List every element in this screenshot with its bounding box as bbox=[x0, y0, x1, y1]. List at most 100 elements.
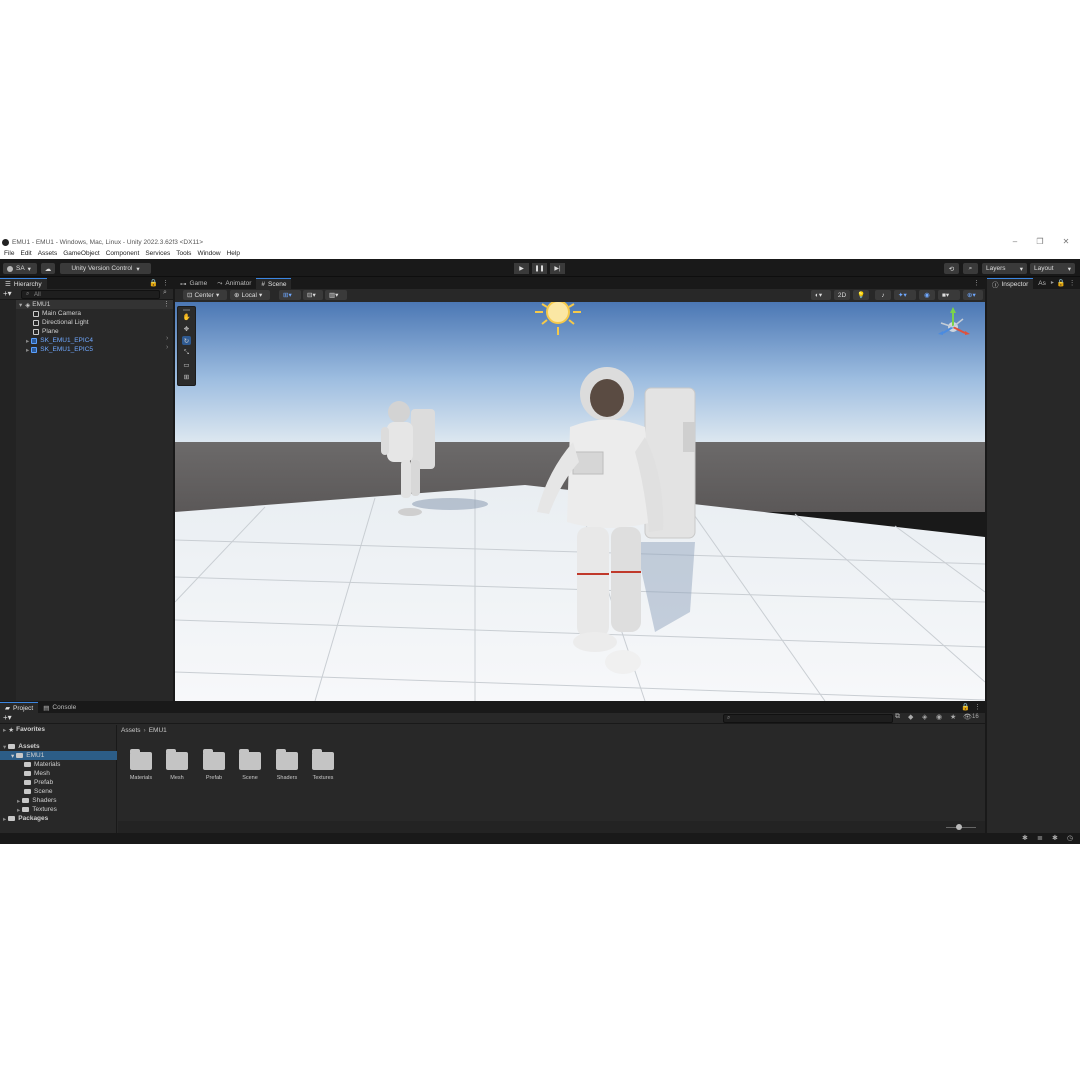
tree-scene[interactable]: Scene bbox=[24, 787, 52, 796]
search-button[interactable]: ⌕ bbox=[963, 263, 978, 274]
toggle-2d-button[interactable]: 2D bbox=[834, 290, 850, 300]
breadcrumb-emu1[interactable]: EMU1 bbox=[149, 727, 167, 734]
tab-console[interactable]: ▤ Console bbox=[38, 702, 81, 713]
bug-icon[interactable]: ✱ bbox=[1022, 834, 1028, 842]
progress-icon[interactable]: ◷ bbox=[1067, 834, 1073, 842]
play-button[interactable]: ▶ bbox=[514, 263, 529, 274]
menu-help[interactable]: Help bbox=[227, 250, 240, 257]
draw-mode-button[interactable]: ◐▾ bbox=[811, 290, 831, 300]
menu-gameobject[interactable]: GameObject bbox=[63, 250, 100, 257]
tab-asset-store[interactable]: As bbox=[1033, 278, 1051, 289]
breadcrumb-assets[interactable]: Assets bbox=[121, 727, 141, 734]
favorite-star-icon[interactable]: ★ bbox=[950, 713, 956, 721]
hierarchy-item-epic5[interactable]: ▸ SK_EMU1_EPIC5 bbox=[26, 345, 93, 354]
hierarchy-item-plane[interactable]: Plane bbox=[33, 327, 59, 336]
tab-animator[interactable]: ⤳ Animator bbox=[212, 278, 256, 289]
hierarchy-item-main-camera[interactable]: Main Camera bbox=[33, 309, 81, 318]
add-button[interactable]: +▾ bbox=[3, 289, 12, 298]
tab-scene[interactable]: # Scene bbox=[256, 278, 292, 289]
more-menu-icon[interactable]: ⋮ bbox=[973, 278, 980, 289]
transform-tool-icon[interactable]: ⊞ bbox=[182, 372, 191, 381]
tree-mesh[interactable]: Mesh bbox=[24, 769, 50, 778]
search-by-label-icon[interactable]: ◆ bbox=[908, 713, 913, 721]
grid-snap-button[interactable]: ⊞▾ bbox=[279, 290, 301, 300]
tree-textures[interactable]: ▸ Textures bbox=[17, 805, 57, 814]
lock-icon[interactable]: 🔒 bbox=[149, 278, 158, 289]
effects-dropdown[interactable]: ✦▾ bbox=[894, 290, 916, 300]
asset-materials[interactable]: Materials bbox=[124, 749, 158, 781]
tab-scroll-right-icon[interactable]: ▸ bbox=[1051, 278, 1054, 289]
gizmos-dropdown[interactable]: ⊕▾ bbox=[963, 290, 983, 300]
asset-textures[interactable]: Textures bbox=[306, 749, 340, 781]
layout-dropdown[interactable]: Layout ▾ bbox=[1030, 263, 1075, 274]
menu-tools[interactable]: Tools bbox=[176, 250, 191, 257]
zoom-slider-thumb[interactable] bbox=[956, 824, 962, 830]
cache-server-icon[interactable]: ≣ bbox=[1037, 834, 1043, 842]
hidden-packages-icon[interactable]: ◉ bbox=[936, 713, 942, 721]
menu-services[interactable]: Services bbox=[145, 250, 170, 257]
drag-handle[interactable] bbox=[183, 309, 190, 311]
hierarchy-item-directional-light[interactable]: Directional Light bbox=[33, 318, 89, 327]
chevron-right-icon[interactable]: › bbox=[166, 335, 168, 342]
tree-assets[interactable]: ▾ Assets bbox=[3, 742, 40, 751]
tab-inspector[interactable]: ⓘ Inspector bbox=[987, 278, 1034, 289]
restore-button[interactable]: ❐ bbox=[1027, 236, 1053, 248]
menu-assets[interactable]: Assets bbox=[38, 250, 58, 257]
history-button[interactable]: ⟲ bbox=[944, 263, 959, 274]
tree-prefab[interactable]: Prefab bbox=[24, 778, 53, 787]
filter-icon[interactable]: ⌕ bbox=[163, 289, 167, 297]
more-menu-icon[interactable]: ⋮ bbox=[1069, 278, 1076, 289]
tree-shaders[interactable]: ▸ Shaders bbox=[17, 796, 56, 805]
tree-favorites[interactable]: ▸ ★ Favorites bbox=[3, 725, 45, 734]
camera-dropdown[interactable]: ■▾ bbox=[938, 290, 960, 300]
create-button[interactable]: +▾ bbox=[3, 713, 12, 722]
pause-button[interactable]: ❚❚ bbox=[532, 263, 547, 274]
tree-packages[interactable]: ▸ Packages bbox=[3, 814, 48, 823]
menu-window[interactable]: Window bbox=[197, 250, 220, 257]
audio-toggle[interactable]: ♪ bbox=[875, 290, 891, 300]
step-button[interactable]: ▶| bbox=[550, 263, 565, 274]
scene-more-icon[interactable]: ⋮ bbox=[163, 300, 170, 308]
scale-tool-icon[interactable]: ⤡ bbox=[182, 348, 191, 357]
lock-icon[interactable]: 🔒 bbox=[1057, 278, 1066, 289]
asset-scene[interactable]: Scene bbox=[233, 749, 267, 781]
tab-game[interactable]: ⊶ Game bbox=[175, 278, 212, 289]
asset-prefab[interactable]: Prefab bbox=[197, 749, 231, 781]
space-dropdown[interactable]: ⊕ Local ▾ bbox=[230, 290, 270, 300]
network-icon[interactable]: ✱ bbox=[1052, 834, 1058, 842]
tree-emu1[interactable]: ▾ EMU1 bbox=[11, 751, 44, 760]
rotate-tool-icon[interactable]: ↻ bbox=[182, 336, 191, 345]
menu-component[interactable]: Component bbox=[106, 250, 140, 257]
snap-increment-button[interactable]: ⊟▾ bbox=[303, 290, 323, 300]
cloud-button[interactable]: ☁ bbox=[41, 263, 55, 274]
tab-hierarchy[interactable]: ☰ Hierarchy bbox=[0, 278, 47, 289]
move-tool-icon[interactable]: ✥ bbox=[182, 324, 191, 333]
lighting-toggle[interactable]: 💡 bbox=[853, 290, 869, 300]
close-button[interactable]: ✕ bbox=[1053, 236, 1079, 248]
more-menu-icon[interactable]: ⋮ bbox=[974, 702, 981, 713]
hidden-objects-toggle[interactable]: ◉ bbox=[919, 290, 935, 300]
hand-tool-icon[interactable]: ✋ bbox=[182, 312, 191, 321]
rect-tool-icon[interactable]: ▭ bbox=[182, 360, 191, 369]
layers-dropdown[interactable]: Layers ▾ bbox=[982, 263, 1027, 274]
asset-mesh[interactable]: Mesh bbox=[160, 749, 194, 781]
scene-viewport[interactable]: ✋ ✥ ↻ ⤡ ▭ ⊞ bbox=[175, 302, 985, 701]
filter-icon[interactable]: ◈ bbox=[922, 713, 927, 721]
scene-root[interactable]: ▾ ◈ EMU1 bbox=[19, 300, 50, 309]
project-search[interactable]: ⌕ bbox=[723, 714, 893, 723]
pivot-dropdown[interactable]: ⊡ Center ▾ bbox=[183, 290, 227, 300]
grid-visibility-button[interactable]: ▥▾ bbox=[325, 290, 347, 300]
tab-project[interactable]: ▰ Project bbox=[0, 702, 39, 713]
search-by-type-icon[interactable]: ⧉ bbox=[895, 713, 900, 721]
tree-materials[interactable]: Materials bbox=[24, 760, 60, 769]
chevron-right-icon[interactable]: › bbox=[166, 344, 168, 351]
menu-edit[interactable]: Edit bbox=[20, 250, 31, 257]
hierarchy-item-epic4[interactable]: ▸ SK_EMU1_EPIC4 bbox=[26, 336, 93, 345]
version-control-button[interactable]: Unity Version Control ▾ bbox=[60, 263, 151, 274]
minimize-button[interactable]: – bbox=[1002, 236, 1028, 248]
hierarchy-search[interactable]: ⌕ All bbox=[21, 290, 160, 299]
asset-shaders[interactable]: Shaders bbox=[270, 749, 304, 781]
account-button[interactable]: SA ▾ bbox=[3, 263, 37, 274]
more-menu-icon[interactable]: ⋮ bbox=[162, 278, 169, 289]
lock-icon[interactable]: 🔒 bbox=[961, 702, 970, 713]
